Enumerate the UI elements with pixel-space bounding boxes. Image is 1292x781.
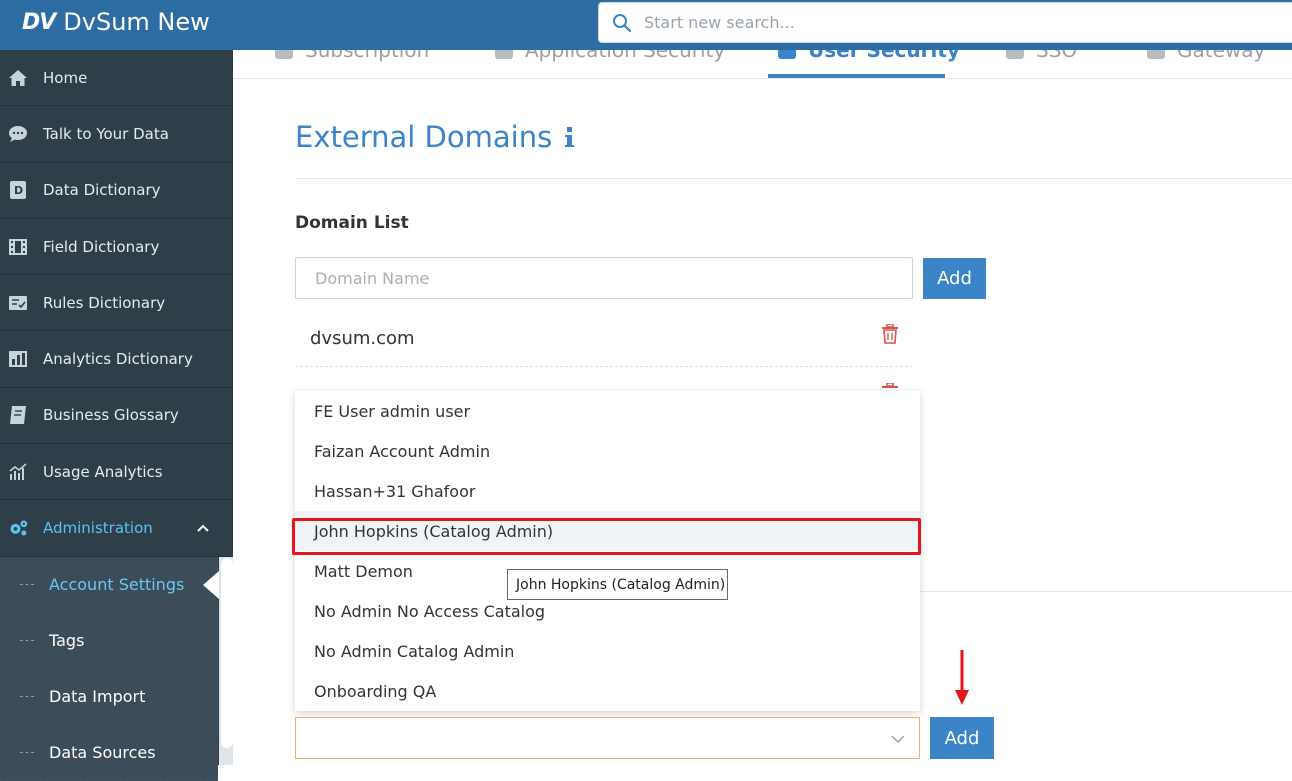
chat-icon — [8, 124, 28, 144]
sidebar-item-administration[interactable]: Administration — [0, 500, 233, 557]
dropdown-option[interactable]: FE User admin user — [295, 391, 920, 431]
search-bar[interactable] — [598, 2, 1292, 43]
info-icon[interactable] — [564, 126, 576, 148]
tab-application-security[interactable]: Application Security — [495, 50, 725, 62]
checklist-icon — [8, 293, 28, 313]
sidebar-item-label: Talk to Your Data — [43, 124, 169, 143]
film-icon — [8, 237, 28, 257]
sidebar-scrollbar-thumb[interactable] — [221, 558, 233, 748]
sso-icon — [1006, 50, 1024, 59]
book-icon — [8, 405, 28, 425]
sidebar-item-label: Rules Dictionary — [43, 293, 166, 312]
tab-label: Subscription — [305, 50, 430, 62]
home-icon — [8, 68, 28, 88]
sidebar-item-label: Home — [43, 68, 88, 87]
submenu-item-label: Account Settings — [49, 574, 185, 594]
sidebar-item-usage-analytics[interactable]: Usage Analytics — [0, 444, 233, 501]
dropdown-option[interactable]: Faizan Account Admin — [295, 431, 920, 471]
sidebar-item-talk-to-your-data[interactable]: Talk to Your Data — [0, 106, 233, 163]
page-title: External Domains — [295, 120, 576, 154]
shield-icon — [495, 50, 513, 59]
domain-name-input[interactable] — [295, 257, 913, 299]
domain-name: dvsum.com — [310, 327, 415, 349]
page-title-text: External Domains — [295, 120, 553, 154]
submenu-item-data-sources[interactable]: Data Sources — [0, 725, 218, 781]
svg-text:D: D — [14, 184, 23, 197]
gears-icon — [8, 518, 28, 538]
sidebar-item-home[interactable]: Home — [0, 50, 233, 107]
sidebar-item-business-glossary[interactable]: Business Glossary — [0, 388, 233, 445]
dictionary-icon: D — [8, 180, 28, 200]
section-divider — [920, 591, 1292, 592]
tree-dash — [20, 639, 34, 641]
submenu-item-label: Tags — [49, 630, 85, 650]
top-bar: DV DvSum New — [0, 0, 1292, 50]
tab-label: Gateway — [1177, 50, 1266, 62]
submenu-item-account-settings[interactable]: Account Settings — [0, 557, 219, 613]
submenu-item-tags[interactable]: Tags — [0, 613, 218, 669]
logo-mark: DV — [22, 9, 56, 35]
add-domain-button[interactable]: Add — [923, 258, 986, 299]
domain-list-label: Domain List — [295, 213, 409, 233]
gateway-icon — [1147, 50, 1165, 59]
trash-icon[interactable] — [881, 324, 899, 344]
sidebar-item-data-dictionary[interactable]: D Data Dictionary — [0, 163, 233, 219]
user-lock-icon — [778, 50, 796, 59]
annotation-arrow-icon — [955, 650, 969, 705]
tree-dash — [20, 583, 34, 585]
dropdown-option[interactable]: Onboarding QA — [295, 671, 920, 711]
user-select[interactable] — [295, 717, 920, 759]
submenu-item-label: Data Import — [49, 686, 146, 706]
sidebar: Home Talk to Your Data D Data Dictionary… — [0, 50, 233, 781]
active-tab-indicator — [768, 74, 945, 78]
sidebar-item-label: Data Dictionary — [43, 181, 161, 200]
search-icon — [613, 13, 632, 32]
sidebar-item-label: Analytics Dictionary — [43, 350, 193, 369]
tab-sso[interactable]: SSO — [1006, 50, 1077, 62]
chevron-down-icon[interactable] — [891, 732, 905, 746]
section-divider — [295, 178, 1292, 179]
subscription-icon — [275, 50, 293, 59]
tab-gateway[interactable]: Gateway — [1147, 50, 1265, 62]
domain-row: dvsum.com — [295, 310, 913, 367]
tree-dash — [20, 751, 34, 753]
annotation-highlight-box — [292, 518, 921, 555]
tab-label: SSO — [1036, 50, 1078, 62]
tab-label: User Security — [808, 50, 960, 62]
chevron-up-icon[interactable] — [197, 524, 209, 532]
administration-submenu: Account Settings Tags Data Import Data S… — [0, 556, 219, 781]
bar-chart-icon — [8, 349, 28, 369]
sidebar-item-analytics-dictionary[interactable]: Analytics Dictionary — [0, 331, 233, 388]
dropdown-option[interactable]: No Admin Catalog Admin — [295, 631, 920, 671]
sidebar-item-label: Business Glossary — [43, 406, 179, 425]
app-title: DvSum New — [63, 8, 210, 36]
tab-label: Application Security — [525, 50, 726, 62]
sidebar-item-label: Usage Analytics — [43, 462, 163, 481]
app-logo[interactable]: DV DvSum New — [22, 8, 210, 36]
tab-subscription[interactable]: Subscription — [275, 50, 429, 62]
tab-user-security[interactable]: User Security — [778, 50, 960, 62]
sidebar-item-label: Administration — [43, 519, 153, 538]
add-user-button[interactable]: Add — [930, 717, 994, 759]
settings-tabs: Subscription Application Security User S… — [233, 50, 1292, 79]
line-chart-icon — [8, 462, 28, 482]
sidebar-item-field-dictionary[interactable]: Field Dictionary — [0, 219, 233, 276]
submenu-item-data-import[interactable]: Data Import — [0, 669, 218, 725]
sidebar-item-label: Field Dictionary — [43, 237, 160, 256]
submenu-item-label: Data Sources — [49, 742, 156, 762]
dropdown-option[interactable]: Hassan+31 Ghafoor — [295, 471, 920, 511]
option-tooltip: John Hopkins (Catalog Admin) — [507, 569, 728, 600]
sidebar-item-rules-dictionary[interactable]: Rules Dictionary — [0, 275, 233, 332]
search-input[interactable] — [644, 13, 1244, 32]
tree-dash — [20, 695, 34, 697]
